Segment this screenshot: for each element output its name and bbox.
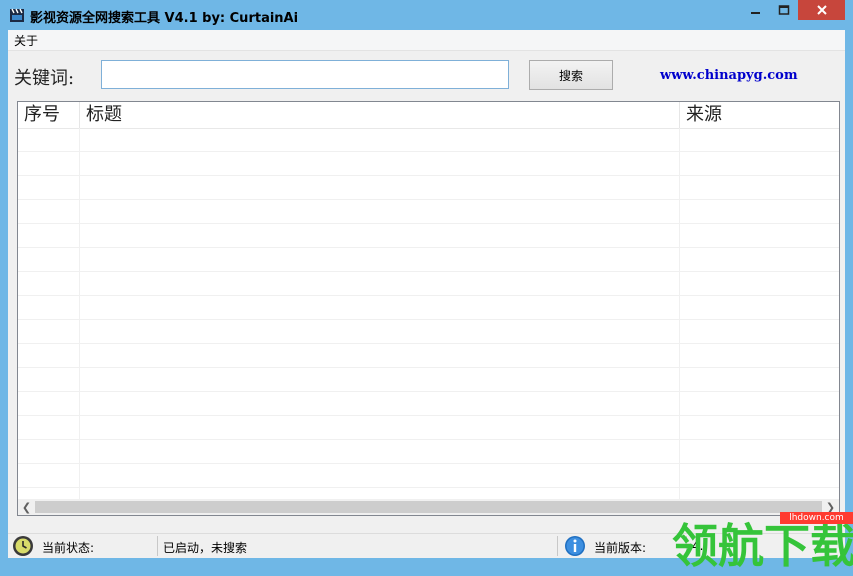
table-row xyxy=(18,440,839,464)
window-title: 影视资源全网搜索工具 V4.1 by: CurtainAi xyxy=(30,11,299,26)
keyword-input[interactable] xyxy=(101,60,509,89)
close-icon xyxy=(816,5,827,15)
table-row xyxy=(18,200,839,224)
table-row xyxy=(18,224,839,248)
table-body[interactable] xyxy=(18,128,839,500)
table-row xyxy=(18,368,839,392)
table-row xyxy=(18,272,839,296)
menu-item-about[interactable]: 关于 xyxy=(14,32,38,49)
scroll-left-icon[interactable]: ❮ xyxy=(18,499,35,515)
column-divider xyxy=(79,128,80,500)
watermark-tag: lhdown.com xyxy=(780,512,853,524)
clapperboard-icon xyxy=(10,8,24,22)
client-area: 关于 关键词: 搜索 www.chinapyg.com 序号 标题 来源 ❮ ❯… xyxy=(8,30,845,558)
menu-bar: 关于 xyxy=(8,30,845,51)
column-header-index[interactable]: 序号 xyxy=(18,102,80,128)
keyword-label: 关键词: xyxy=(14,68,75,89)
application-window: 影视资源全网搜索工具 V4.1 by: CurtainAi 关于 关键词: 搜索… xyxy=(0,0,853,573)
table-row xyxy=(18,152,839,176)
site-link[interactable]: www.chinapyg.com xyxy=(660,68,798,83)
minimize-button[interactable] xyxy=(742,0,770,20)
close-button[interactable] xyxy=(798,0,845,20)
table-row xyxy=(18,248,839,272)
table-row xyxy=(18,464,839,488)
table-row xyxy=(18,128,839,152)
status-divider xyxy=(157,536,158,556)
maximize-button[interactable] xyxy=(770,0,798,20)
status-state-label: 当前状态: xyxy=(42,541,95,555)
table-row xyxy=(18,320,839,344)
table-header: 序号 标题 来源 xyxy=(18,102,839,129)
results-table[interactable]: 序号 标题 来源 ❮ ❯ xyxy=(17,101,840,516)
title-bar[interactable]: 影视资源全网搜索工具 V4.1 by: CurtainAi xyxy=(0,0,853,30)
column-header-source[interactable]: 来源 xyxy=(680,102,839,128)
status-divider xyxy=(557,536,558,556)
info-icon xyxy=(565,536,585,556)
search-button[interactable]: 搜索 xyxy=(529,60,613,90)
table-row xyxy=(18,344,839,368)
clock-icon xyxy=(13,536,33,556)
table-row xyxy=(18,392,839,416)
status-version-label: 当前版本: xyxy=(594,541,647,555)
column-header-title[interactable]: 标题 xyxy=(80,102,680,128)
minimize-icon xyxy=(751,12,760,14)
table-row xyxy=(18,296,839,320)
column-divider xyxy=(679,128,680,500)
table-row xyxy=(18,176,839,200)
maximize-icon xyxy=(778,5,790,15)
status-state-value: 已启动，未搜索 xyxy=(163,541,248,555)
table-row xyxy=(18,416,839,440)
